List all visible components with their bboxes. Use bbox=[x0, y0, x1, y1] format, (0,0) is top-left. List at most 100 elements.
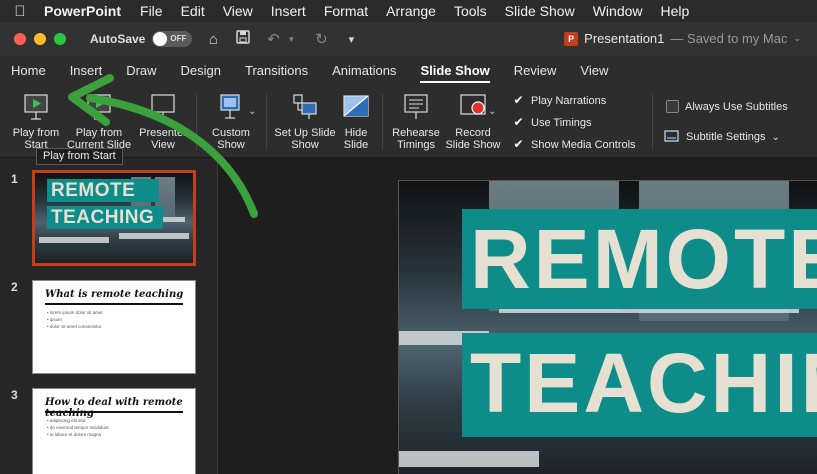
ribbon-separator bbox=[266, 94, 267, 150]
slide-thumbnail-3[interactable]: How to deal with remote teaching • adipi… bbox=[32, 388, 196, 474]
record-slide-show-label: Record Slide Show bbox=[445, 127, 501, 151]
always-use-subtitles-label: Always Use Subtitles bbox=[685, 100, 788, 113]
title-banner-line2: TEACHING bbox=[462, 333, 817, 437]
chevron-down-icon[interactable]: ⌄ bbox=[488, 106, 496, 118]
apple-icon[interactable]:  bbox=[0, 3, 40, 20]
bullet-text: • lorem ipsum dolor sit amet bbox=[47, 310, 103, 315]
use-timings-label: Use Timings bbox=[531, 116, 592, 129]
slide-editing-canvas: REMOTE TEACHING bbox=[219, 158, 817, 474]
play-from-current-icon bbox=[87, 94, 111, 120]
chevron-down-icon[interactable]: ▾ bbox=[282, 34, 300, 45]
window-titlebar: AutoSave OFF ⌂ ↶ ▾ ↻ ▾ P Presentation1 —… bbox=[0, 22, 817, 56]
ribbon-separator bbox=[382, 94, 383, 150]
menu-edit[interactable]: Edit bbox=[172, 3, 214, 19]
set-up-slide-show-icon bbox=[293, 94, 317, 119]
autosave-toggle[interactable]: OFF bbox=[152, 31, 193, 47]
play-from-start-tooltip: Play from Start bbox=[36, 148, 123, 165]
custom-show-button[interactable]: Custom Show ⌄ bbox=[204, 92, 258, 151]
checkmark-icon: ✔ bbox=[513, 93, 524, 107]
show-media-controls-label: Show Media Controls bbox=[531, 138, 636, 151]
current-slide[interactable]: REMOTE TEACHING bbox=[398, 180, 817, 474]
tab-draw[interactable]: Draw bbox=[114, 56, 168, 86]
slide-thumbnail-2[interactable]: What is remote teaching • lorem ipsum do… bbox=[32, 280, 196, 374]
maximize-window-button[interactable] bbox=[54, 33, 66, 45]
tab-slide-show[interactable]: Slide Show bbox=[408, 56, 501, 86]
autosave-state: OFF bbox=[170, 34, 187, 43]
checkmark-icon: ✔ bbox=[513, 115, 524, 129]
home-icon[interactable]: ⌂ bbox=[204, 31, 222, 48]
close-window-button[interactable] bbox=[14, 33, 26, 45]
set-up-slide-show-button[interactable]: Set Up Slide Show bbox=[274, 92, 336, 151]
tab-view[interactable]: View bbox=[568, 56, 620, 86]
menu-help[interactable]: Help bbox=[652, 3, 699, 19]
set-up-slide-show-label: Set Up Slide Show bbox=[274, 127, 336, 151]
tab-animations[interactable]: Animations bbox=[320, 56, 408, 86]
document-name: Presentation1 bbox=[584, 31, 665, 46]
slide-thumbnail-pane: 1 REMOTE TEACHING 2 What is remote teach… bbox=[0, 158, 218, 474]
tab-insert[interactable]: Insert bbox=[58, 56, 115, 86]
slide-title: How to deal with remote teaching bbox=[45, 397, 183, 419]
powerpoint-file-icon: P bbox=[564, 31, 579, 46]
chevron-down-icon: ⌄ bbox=[771, 131, 780, 143]
tab-transitions[interactable]: Transitions bbox=[233, 56, 320, 86]
hide-slide-icon bbox=[343, 95, 369, 117]
bullet-text: • dolor sit amet consectetur bbox=[47, 324, 102, 329]
title-banner-line1: REMOTE bbox=[462, 209, 817, 309]
play-narrations-checkbox[interactable]: ✔ Play Narrations bbox=[512, 94, 606, 107]
slide-title: What is remote teaching bbox=[45, 289, 184, 300]
redo-icon[interactable]: ↻ bbox=[312, 30, 330, 48]
customize-toolbar-icon[interactable]: ▾ bbox=[342, 33, 360, 46]
checkmark-icon: ✔ bbox=[513, 137, 524, 151]
menu-bar:  PowerPoint File Edit View Insert Forma… bbox=[0, 0, 817, 22]
title-underline bbox=[45, 303, 183, 305]
unchecked-box-icon bbox=[666, 100, 679, 113]
subtitle-settings-button[interactable]: Subtitle Settings ⌄ bbox=[664, 130, 780, 144]
menu-file[interactable]: File bbox=[131, 3, 172, 19]
subtitle-settings-label: Subtitle Settings bbox=[686, 131, 766, 143]
undo-icon[interactable]: ↶ bbox=[264, 30, 282, 48]
tab-review[interactable]: Review bbox=[502, 56, 569, 86]
presenter-view-label: Presenter View bbox=[139, 127, 187, 151]
ribbon-separator bbox=[196, 94, 197, 150]
play-narrations-label: Play Narrations bbox=[531, 94, 607, 107]
tab-home[interactable]: Home bbox=[0, 56, 58, 86]
presenter-view-button[interactable]: Presenter View bbox=[136, 92, 190, 151]
custom-show-label: Custom Show bbox=[212, 127, 250, 151]
menu-tools[interactable]: Tools bbox=[445, 3, 496, 19]
record-icon bbox=[460, 94, 486, 115]
menu-app-name[interactable]: PowerPoint bbox=[40, 3, 131, 19]
title-banner-line1: REMOTE bbox=[47, 179, 159, 202]
minimize-window-button[interactable] bbox=[34, 33, 46, 45]
menu-view[interactable]: View bbox=[214, 3, 262, 19]
menu-arrange[interactable]: Arrange bbox=[377, 3, 445, 19]
slide-number: 3 bbox=[11, 388, 18, 402]
chevron-down-icon[interactable]: ⌄ bbox=[793, 33, 801, 44]
title-banner-line2: TEACHING bbox=[47, 206, 163, 229]
rehearse-timings-button[interactable]: Rehearse Timings bbox=[388, 92, 444, 151]
bullet-text: • ut labore et dolore magna bbox=[47, 432, 102, 437]
menu-slide-show[interactable]: Slide Show bbox=[496, 3, 584, 19]
hide-slide-button[interactable]: Hide Slide bbox=[338, 92, 374, 151]
menu-insert[interactable]: Insert bbox=[262, 3, 315, 19]
tab-design[interactable]: Design bbox=[169, 56, 233, 86]
record-slide-show-button[interactable]: Record Slide Show ⌄ bbox=[444, 92, 502, 151]
play-from-start-icon bbox=[24, 94, 48, 120]
save-icon[interactable] bbox=[234, 30, 252, 48]
ribbon-separator bbox=[652, 94, 653, 150]
always-use-subtitles-checkbox[interactable]: Always Use Subtitles bbox=[666, 100, 788, 113]
slide-thumbnail-1[interactable]: REMOTE TEACHING bbox=[32, 170, 196, 266]
slide-number: 1 bbox=[11, 172, 18, 186]
presenter-view-icon bbox=[151, 94, 175, 120]
slide-number: 2 bbox=[11, 280, 18, 294]
play-from-start-button[interactable]: Play from Start bbox=[8, 92, 64, 151]
use-timings-checkbox[interactable]: ✔ Use Timings bbox=[512, 115, 592, 129]
rehearse-timings-label: Rehearse Timings bbox=[392, 127, 440, 151]
play-from-current-slide-button[interactable]: Play from Current Slide bbox=[66, 92, 132, 151]
show-media-controls-checkbox[interactable]: ✔ Show Media Controls bbox=[512, 137, 636, 151]
menu-window[interactable]: Window bbox=[584, 3, 652, 19]
ribbon-tabs: Home Insert Draw Design Transitions Anim… bbox=[0, 56, 817, 86]
window-controls bbox=[14, 33, 66, 45]
autosave-label: AutoSave bbox=[90, 32, 146, 46]
chevron-down-icon[interactable]: ⌄ bbox=[248, 106, 256, 118]
menu-format[interactable]: Format bbox=[315, 3, 377, 19]
